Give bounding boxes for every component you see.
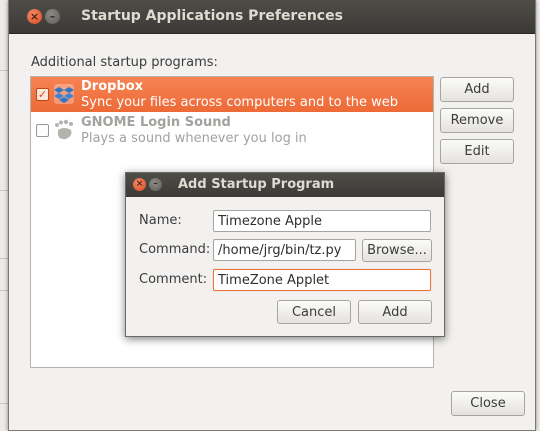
program-enabled-checkbox[interactable]: ✓ xyxy=(36,88,49,101)
dialog-add-button[interactable]: Add xyxy=(358,300,432,324)
edit-button[interactable]: Edit xyxy=(440,139,514,164)
dialog-titlebar[interactable]: × – Add Startup Program xyxy=(126,173,444,197)
gnome-foot-icon xyxy=(55,119,73,140)
add-startup-program-dialog: × – Add Startup Program Name: Command: B… xyxy=(125,172,445,337)
program-name: Dropbox xyxy=(81,79,144,94)
program-description: Sync your files across computers and to … xyxy=(81,95,399,110)
window-titlebar[interactable]: × – Startup Applications Preferences xyxy=(9,0,535,34)
browse-button[interactable]: Browse... xyxy=(362,239,432,262)
program-description: Plays a sound whenever you log in xyxy=(81,131,307,146)
dropbox-icon xyxy=(54,84,74,104)
command-field[interactable] xyxy=(213,239,356,261)
program-row-gnome-login-sound[interactable]: GNOME Login Sound Plays a sound whenever… xyxy=(31,113,433,148)
name-field[interactable] xyxy=(213,210,431,232)
startup-programs-label: Additional startup programs: xyxy=(31,55,218,70)
add-button[interactable]: Add xyxy=(440,77,514,102)
program-name: GNOME Login Sound xyxy=(81,115,231,130)
comment-field[interactable] xyxy=(213,269,431,291)
window-minimize-icon[interactable]: – xyxy=(45,9,60,24)
dialog-minimize-icon[interactable]: – xyxy=(149,178,162,191)
startup-applications-window: × – Startup Applications Preferences Add… xyxy=(8,0,536,431)
remove-button[interactable]: Remove xyxy=(440,108,514,133)
cancel-button[interactable]: Cancel xyxy=(277,300,351,324)
close-button[interactable]: Close xyxy=(451,391,525,416)
window-title: Startup Applications Preferences xyxy=(81,8,343,24)
program-row-dropbox[interactable]: ✓ Dropbox Sync your files across compute… xyxy=(31,77,433,112)
dialog-title: Add Startup Program xyxy=(178,177,335,192)
comment-label: Comment: xyxy=(139,272,208,287)
window-close-icon[interactable]: × xyxy=(27,9,42,24)
command-label: Command: xyxy=(139,242,211,257)
dialog-close-icon[interactable]: × xyxy=(133,178,146,191)
name-label: Name: xyxy=(139,213,182,228)
program-enabled-checkbox[interactable] xyxy=(36,124,49,137)
